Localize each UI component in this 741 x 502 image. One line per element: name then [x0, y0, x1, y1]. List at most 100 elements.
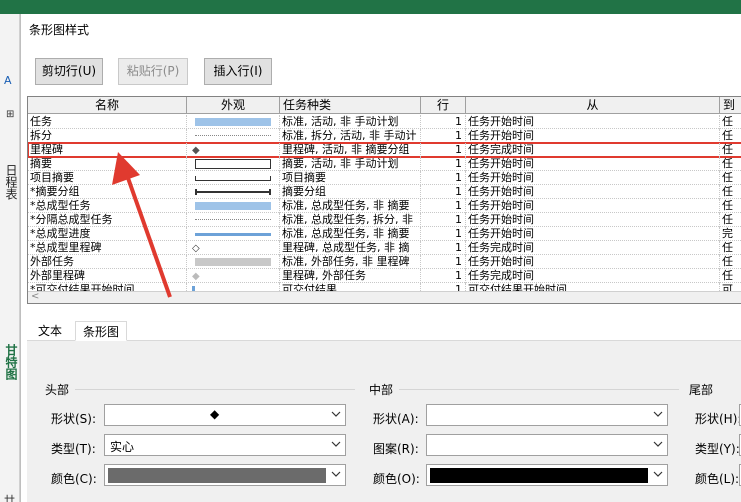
row-task-type-cell[interactable]: 标准, 外部任务, 非 里程碑	[280, 255, 421, 269]
row-name-cell[interactable]: 摘要	[28, 157, 187, 171]
row-to-cell[interactable]: 任	[720, 213, 741, 227]
table-row[interactable]: 摘要 摘要, 活动, 非 手动计划 1 任务开始时间任	[28, 157, 741, 171]
row-to-cell[interactable]: 任	[720, 171, 741, 185]
row-from-cell[interactable]: 任务开始时间	[466, 199, 720, 213]
row-task-type-cell[interactable]: 标准, 拆分, 活动, 非 手动计	[280, 129, 421, 143]
insert-row-button[interactable]: 插入行(I)	[204, 58, 272, 85]
row-from-cell[interactable]: 任务开始时间	[466, 129, 720, 143]
table-row[interactable]: 外部任务 标准, 外部任务, 非 里程碑 1 任务开始时间任	[28, 255, 741, 269]
column-header-to[interactable]: 到	[720, 97, 741, 114]
row-appearance-cell[interactable]	[187, 157, 280, 171]
row-row-cell[interactable]: 1	[421, 115, 466, 129]
middle-pattern-select[interactable]	[426, 434, 668, 456]
row-task-type-cell[interactable]: 标准, 总成型任务, 非 摘要	[280, 199, 421, 213]
row-appearance-cell[interactable]	[187, 199, 280, 213]
row-row-cell[interactable]: 1	[421, 213, 466, 227]
row-row-cell[interactable]: 1	[421, 129, 466, 143]
row-task-type-cell[interactable]: 标准, 总成型任务, 非 摘要	[280, 227, 421, 241]
table-row[interactable]: *总成型进度 标准, 总成型任务, 非 摘要 1 任务开始时间完	[28, 227, 741, 241]
row-name-cell[interactable]: 任务	[28, 115, 187, 129]
row-task-type-cell[interactable]: 项目摘要	[280, 171, 421, 185]
row-name-cell[interactable]: 外部任务	[28, 255, 187, 269]
row-row-cell[interactable]: 1	[421, 227, 466, 241]
table-row[interactable]: 里程碑 ◆ 里程碑, 活动, 非 摘要分组 1 任务完成时间任	[28, 142, 741, 158]
column-header-name[interactable]: 名称	[28, 97, 187, 114]
row-to-cell[interactable]: 任	[720, 255, 741, 269]
row-task-type-cell[interactable]: 摘要分组	[280, 185, 421, 199]
column-header-appearance[interactable]: 外观	[187, 97, 280, 114]
column-header-task-type[interactable]: 任务种类	[280, 97, 421, 114]
row-name-cell[interactable]: 拆分	[28, 129, 187, 143]
middle-color-select[interactable]	[426, 464, 668, 486]
horizontal-scrollbar[interactable]: <	[28, 291, 741, 303]
row-to-cell[interactable]: 任	[720, 143, 741, 157]
row-row-cell[interactable]: 1	[421, 185, 466, 199]
tab-bars[interactable]: 条形图	[75, 321, 128, 341]
middle-shape-select[interactable]	[426, 404, 668, 426]
row-to-cell[interactable]: 任	[720, 199, 741, 213]
cut-row-button[interactable]: 剪切行(U)	[35, 58, 103, 85]
paste-row-button[interactable]: 粘贴行(P)	[118, 58, 188, 85]
row-appearance-cell[interactable]	[187, 115, 280, 129]
head-shape-select[interactable]: ◆	[104, 404, 346, 426]
row-from-cell[interactable]: 任务完成时间	[466, 269, 720, 283]
row-task-type-cell[interactable]: 标准, 总成型任务, 拆分, 非	[280, 213, 421, 227]
row-name-cell[interactable]: *摘要分组	[28, 185, 187, 199]
scroll-left-icon[interactable]: <	[31, 291, 39, 302]
row-appearance-cell[interactable]: ◆	[187, 269, 280, 283]
row-from-cell[interactable]: 任务开始时间	[466, 227, 720, 241]
row-name-cell[interactable]: 里程碑	[28, 143, 187, 157]
row-appearance-cell[interactable]	[187, 213, 280, 227]
row-to-cell[interactable]: 任	[720, 115, 741, 129]
row-appearance-cell[interactable]: ◆	[187, 143, 280, 157]
row-from-cell[interactable]: 任务完成时间	[466, 241, 720, 255]
tab-text[interactable]: 文本	[31, 321, 69, 341]
row-appearance-cell[interactable]: ◇	[187, 241, 280, 255]
column-header-from[interactable]: 从	[466, 97, 720, 114]
row-name-cell[interactable]: *分隔总成型任务	[28, 213, 187, 227]
row-row-cell[interactable]: 1	[421, 199, 466, 213]
row-appearance-cell[interactable]	[187, 255, 280, 269]
row-from-cell[interactable]: 任务开始时间	[466, 115, 720, 129]
row-task-type-cell[interactable]: 标准, 活动, 非 手动计划	[280, 115, 421, 129]
row-row-cell[interactable]: 1	[421, 157, 466, 171]
row-to-cell[interactable]: 任	[720, 129, 741, 143]
table-row[interactable]: *分隔总成型任务 标准, 总成型任务, 拆分, 非 1 任务开始时间任	[28, 213, 741, 227]
row-to-cell[interactable]: 任	[720, 269, 741, 283]
row-from-cell[interactable]: 任务完成时间	[466, 143, 720, 157]
bar-styles-grid[interactable]: 名称 外观 任务种类 行 从 到 任务 标准, 活动, 非 手动计划 1 任务开始时间…	[27, 96, 741, 304]
row-to-cell[interactable]: 任	[720, 241, 741, 255]
table-row[interactable]: *总成型任务 标准, 总成型任务, 非 摘要 1 任务开始时间任	[28, 199, 741, 213]
head-color-select[interactable]	[104, 464, 346, 486]
row-name-cell[interactable]: *总成型进度	[28, 227, 187, 241]
row-row-cell[interactable]: 1	[421, 171, 466, 185]
row-row-cell[interactable]: 1	[421, 143, 466, 157]
row-task-type-cell[interactable]: 里程碑, 总成型任务, 非 摘	[280, 241, 421, 255]
row-name-cell[interactable]: *总成型任务	[28, 199, 187, 213]
table-row[interactable]: 拆分 标准, 拆分, 活动, 非 手动计 1 任务开始时间任	[28, 129, 741, 143]
row-to-cell[interactable]: 任	[720, 157, 741, 171]
table-row[interactable]: 任务 标准, 活动, 非 手动计划 1 任务开始时间任	[28, 115, 741, 129]
row-appearance-cell[interactable]	[187, 129, 280, 143]
row-row-cell[interactable]: 1	[421, 241, 466, 255]
row-to-cell[interactable]: 任	[720, 185, 741, 199]
row-row-cell[interactable]: 1	[421, 269, 466, 283]
row-from-cell[interactable]: 任务开始时间	[466, 213, 720, 227]
row-from-cell[interactable]: 任务开始时间	[466, 171, 720, 185]
gantt-view-label[interactable]: 甘特图	[3, 344, 20, 380]
row-task-type-cell[interactable]: 摘要, 活动, 非 手动计划	[280, 157, 421, 171]
row-appearance-cell[interactable]	[187, 185, 280, 199]
row-name-cell[interactable]: 项目摘要	[28, 171, 187, 185]
row-from-cell[interactable]: 任务开始时间	[466, 157, 720, 171]
row-to-cell[interactable]: 完	[720, 227, 741, 241]
column-header-row[interactable]: 行	[421, 97, 466, 114]
row-appearance-cell[interactable]	[187, 171, 280, 185]
row-from-cell[interactable]: 任务开始时间	[466, 185, 720, 199]
row-row-cell[interactable]: 1	[421, 255, 466, 269]
head-type-select[interactable]: 实心	[104, 434, 346, 456]
row-from-cell[interactable]: 任务开始时间	[466, 255, 720, 269]
row-name-cell[interactable]: *总成型里程碑	[28, 241, 187, 255]
table-row[interactable]: 外部里程碑 ◆ 里程碑, 外部任务 1 任务完成时间任	[28, 269, 741, 283]
row-task-type-cell[interactable]: 里程碑, 外部任务	[280, 269, 421, 283]
table-row[interactable]: *摘要分组 摘要分组 1 任务开始时间任	[28, 185, 741, 199]
